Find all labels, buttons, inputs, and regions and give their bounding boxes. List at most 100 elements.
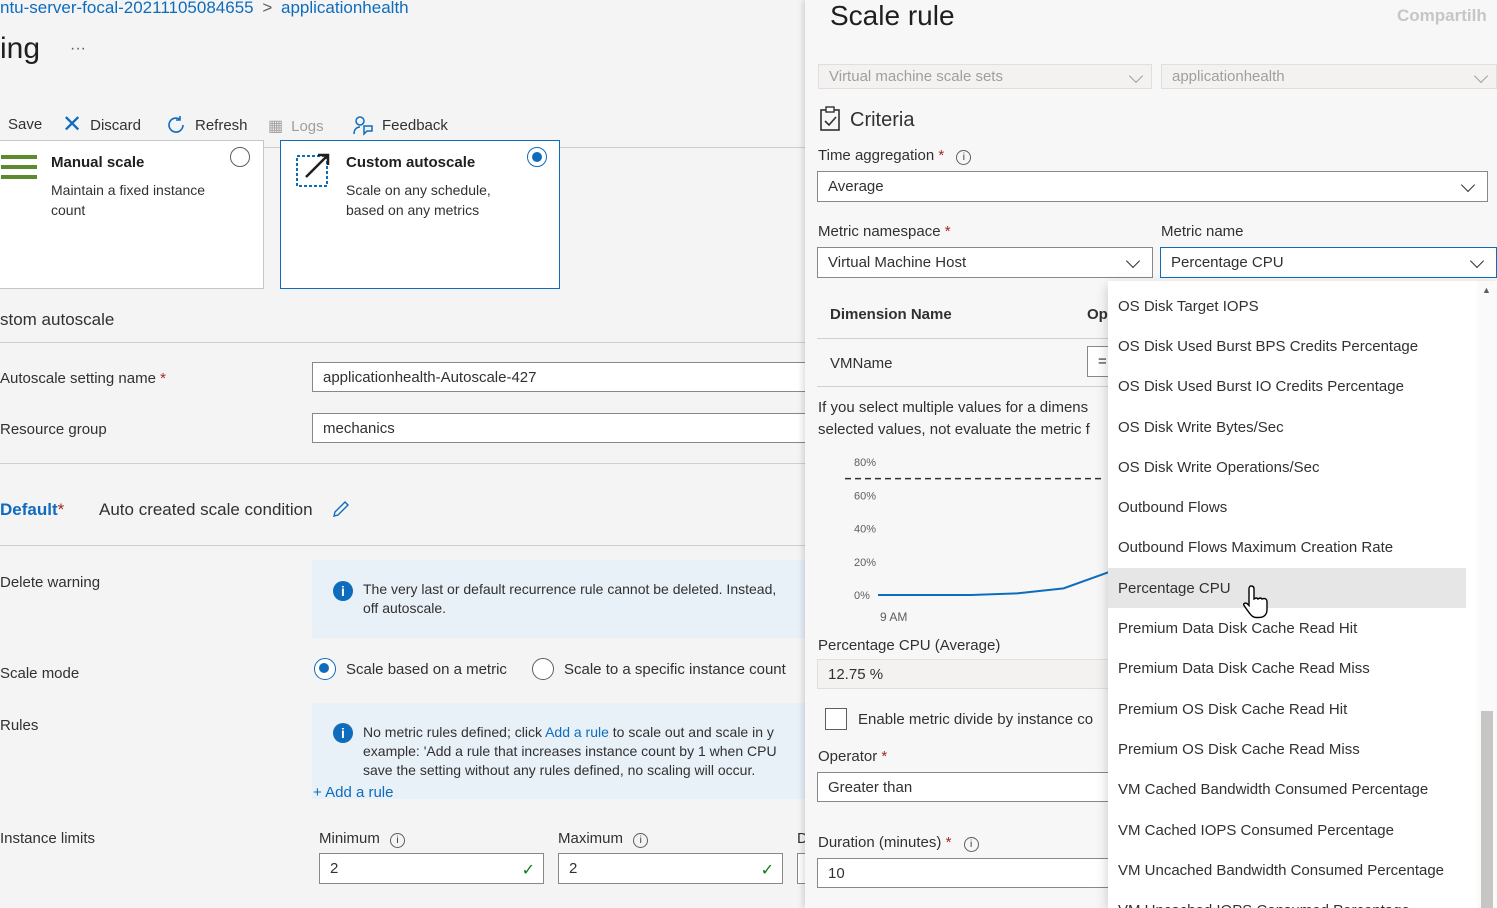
metric-name-dropdown[interactable]: OS Disk Target IOPS OS Disk Used Burst BP… xyxy=(1108,281,1497,908)
breadcrumb-current[interactable]: applicationhealth xyxy=(281,0,409,17)
scrollbar-thumb[interactable] xyxy=(1481,711,1493,908)
time-aggregation-label: Time aggregation * i xyxy=(818,147,972,165)
required-marker: * xyxy=(938,147,945,164)
metric-option[interactable]: OS Disk Used Burst IO Credits Percentage xyxy=(1108,367,1466,407)
edit-pencil-icon[interactable] xyxy=(331,499,351,519)
series-line xyxy=(878,570,1111,596)
close-icon: ✕ xyxy=(62,111,83,138)
discard-button[interactable]: ✕ Discard xyxy=(62,111,141,138)
default-input[interactable] xyxy=(797,853,805,884)
maximum-label-text: Maximum xyxy=(558,830,624,847)
manual-scale-desc-line1: Maintain a fixed instance xyxy=(51,182,206,198)
feedback-icon xyxy=(353,116,373,136)
metric-option[interactable]: VM Cached Bandwidth Consumed Percentage xyxy=(1108,770,1466,810)
add-a-rule-inline-link[interactable]: Add a rule xyxy=(545,724,609,740)
resource-group-input[interactable]: mechanics xyxy=(312,413,805,443)
metric-option[interactable]: Premium OS Disk Cache Read Miss xyxy=(1108,729,1466,769)
refresh-button[interactable]: Refresh xyxy=(165,114,248,136)
logs-label: Logs xyxy=(291,117,324,135)
criteria-heading: Criteria xyxy=(850,109,915,131)
breadcrumb-separator: > xyxy=(262,0,273,17)
delete-warning-box: i The very last or default recurrence ru… xyxy=(312,560,805,638)
metric-name-select[interactable]: Percentage CPU xyxy=(1160,247,1497,278)
condition-desc: Auto created scale condition xyxy=(99,500,313,519)
metric-option[interactable]: OS Disk Write Operations/Sec xyxy=(1108,447,1466,487)
time-aggregation-select[interactable]: Average xyxy=(817,171,1488,202)
metric-option[interactable]: VM Uncached Bandwidth Consumed Percentag… xyxy=(1108,850,1466,890)
metric-option[interactable]: Premium OS Disk Cache Read Hit xyxy=(1108,689,1466,729)
logs-button[interactable]: ▦ Logs xyxy=(268,116,324,136)
required-marker: * xyxy=(160,370,166,387)
source-type-select: Virtual machine scale sets xyxy=(818,64,1152,89)
valid-check-icon: ✓ xyxy=(760,862,774,879)
metric-value-field: 12.75 % xyxy=(817,659,1117,689)
operator-label-text: Operator xyxy=(818,748,878,765)
metric-value-label: Percentage CPU (Average) xyxy=(818,637,1001,654)
setting-name-label: Autoscale setting name * xyxy=(0,370,166,387)
duration-label: Duration (minutes) * i xyxy=(818,834,979,852)
metric-namespace-select[interactable]: Virtual Machine Host xyxy=(817,247,1153,278)
scale-instance-count-radio[interactable] xyxy=(532,658,554,680)
metric-option[interactable]: Outbound Flows xyxy=(1108,487,1466,527)
condition-divider xyxy=(0,545,805,546)
info-circle-icon: i xyxy=(390,833,406,848)
save-button[interactable]: Save xyxy=(8,116,42,133)
custom-autoscale-radio[interactable] xyxy=(527,147,547,167)
add-rule-link[interactable]: + Add a rule xyxy=(313,784,393,801)
x-tick-label: 9 AM xyxy=(880,610,907,624)
metric-option[interactable]: OS Disk Used Burst BPS Credits Percentag… xyxy=(1108,326,1466,366)
condition-name[interactable]: Default xyxy=(0,500,58,519)
metric-option[interactable]: VM Uncached IOPS Consumed Percentage xyxy=(1108,890,1466,908)
dropdown-scrollbar[interactable]: ▲ xyxy=(1477,281,1497,908)
enable-divide-label[interactable]: Enable metric divide by instance co xyxy=(858,711,1093,728)
required-marker: * xyxy=(881,748,888,765)
metric-option[interactable]: Premium Data Disk Cache Read Hit xyxy=(1108,608,1466,648)
metric-option[interactable]: Percentage CPU xyxy=(1108,568,1466,609)
info-circle-icon: i xyxy=(956,150,972,165)
metric-option[interactable]: Outbound Flows Maximum Creation Rate xyxy=(1108,528,1466,568)
scale-metric-radio[interactable] xyxy=(314,658,336,680)
manual-scale-title: Manual scale xyxy=(51,154,145,171)
dimension-row-divider xyxy=(817,386,1117,387)
enable-divide-checkbox[interactable] xyxy=(825,708,847,730)
more-options-button[interactable]: ··· xyxy=(70,40,86,58)
feedback-label: Feedback xyxy=(382,116,448,134)
manual-scale-radio[interactable] xyxy=(230,147,250,167)
manual-scale-card[interactable]: Manual scale Maintain a fixed instance c… xyxy=(0,140,264,289)
dimension-note-line1: If you select multiple values for a dime… xyxy=(818,399,1089,416)
y-tick-label: 20% xyxy=(854,557,876,569)
share-label: Compartilh xyxy=(1397,6,1487,25)
scale-metric-label[interactable]: Scale based on a metric xyxy=(346,661,507,678)
y-tick-label: 60% xyxy=(854,490,876,502)
breadcrumb-vm[interactable]: ntu-server-focal-20211105084655 xyxy=(0,0,254,17)
custom-autoscale-card[interactable]: Custom autoscale Scale on any schedule, … xyxy=(280,140,560,289)
custom-autoscale-icon xyxy=(296,153,330,187)
feedback-button[interactable]: Feedback xyxy=(352,114,448,136)
metric-option[interactable]: Premium Data Disk Cache Read Miss xyxy=(1108,649,1466,689)
metric-namespace-label-text: Metric namespace xyxy=(818,223,941,240)
scroll-up-arrow-icon[interactable]: ▲ xyxy=(1482,285,1491,295)
scale-instance-count-label[interactable]: Scale to a specific instance count xyxy=(564,661,786,678)
dimension-note-line2: selected values, not evaluate the metric… xyxy=(818,421,1090,438)
metric-option[interactable]: OS Disk Write Bytes/Sec xyxy=(1108,407,1466,447)
setting-name-input[interactable]: applicationhealth-Autoscale-427 xyxy=(312,362,805,392)
time-aggregation-label-text: Time aggregation xyxy=(818,147,935,164)
delete-warning-label: Delete warning xyxy=(0,574,101,591)
section-title: stom autoscale xyxy=(0,310,115,329)
criteria-clipboard-icon xyxy=(820,106,840,131)
maximum-input[interactable]: 2 ✓ xyxy=(558,853,783,884)
logs-icon: ▦ xyxy=(268,118,284,135)
condition-required: * xyxy=(57,500,65,519)
refresh-icon xyxy=(168,116,184,133)
operator-select[interactable]: Greater than xyxy=(817,772,1117,802)
metric-option[interactable]: VM Cached IOPS Consumed Percentage xyxy=(1108,810,1466,850)
rules-line1-pre: No metric rules defined; click xyxy=(363,724,546,740)
metric-option[interactable]: OS Disk Target IOPS xyxy=(1108,286,1466,326)
source-resource-select: applicationhealth xyxy=(1161,64,1497,89)
chevron-down-icon xyxy=(1473,68,1489,84)
instance-limits-label: Instance limits xyxy=(0,830,96,847)
minimum-input[interactable]: 2 ✓ xyxy=(319,853,544,884)
rules-line1: No metric rules defined; click Add a rul… xyxy=(363,723,774,742)
source-resource-value: applicationhealth xyxy=(1172,68,1285,85)
duration-input[interactable]: 10 xyxy=(817,858,1117,888)
